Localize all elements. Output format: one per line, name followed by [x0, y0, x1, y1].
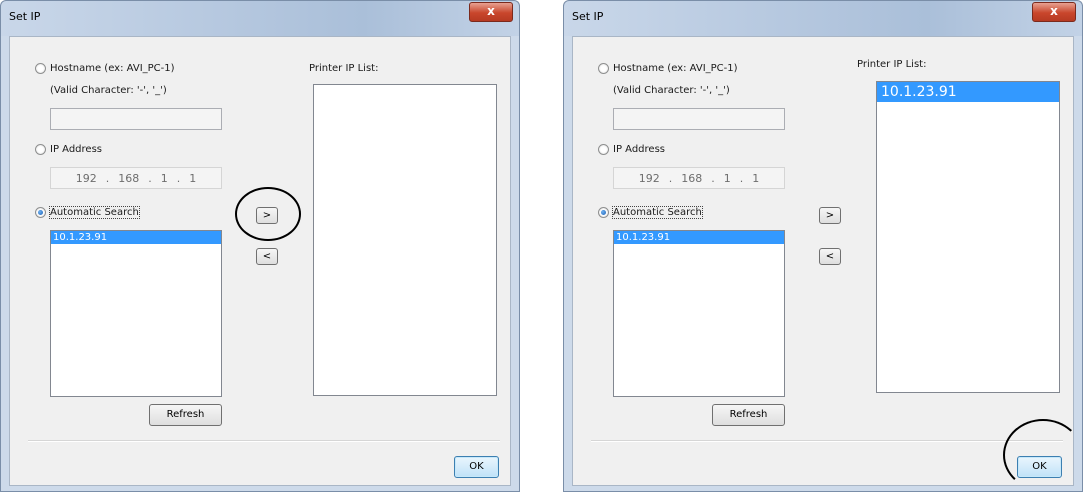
hostname-label: Hostname (ex: AVI_PC-1): [50, 63, 175, 74]
add-to-list-button[interactable]: >: [256, 207, 278, 224]
remove-from-list-button[interactable]: <: [819, 248, 841, 265]
search-result-item[interactable]: 10.1.23.91: [51, 231, 221, 244]
ip-dot: .: [105, 171, 110, 185]
printer-ip-item[interactable]: 10.1.23.91: [877, 82, 1059, 102]
printer-ip-list-label: Printer IP List:: [309, 63, 379, 74]
window-frame: Hostname (ex: AVI_PC-1) (Valid Character…: [563, 36, 1083, 492]
ip-address-radio[interactable]: [35, 144, 46, 155]
valid-characters-hint: (Valid Character: '-', '_'): [50, 85, 167, 96]
ip-octet: 192: [638, 171, 660, 185]
ip-address-radio[interactable]: [598, 144, 609, 155]
window-title: Set IP: [9, 10, 41, 23]
printer-ip-list[interactable]: [313, 84, 497, 396]
hostname-option[interactable]: Hostname (ex: AVI_PC-1): [598, 63, 738, 74]
printer-ip-list[interactable]: 10.1.23.91: [876, 81, 1060, 393]
ip-dot: .: [148, 171, 152, 185]
hostname-label: Hostname (ex: AVI_PC-1): [613, 63, 738, 74]
ip-address-label: IP Address: [613, 144, 665, 155]
refresh-button[interactable]: Refresh: [712, 404, 785, 426]
automatic-search-radio[interactable]: [598, 207, 609, 218]
ip-dot: .: [176, 171, 181, 185]
close-button[interactable]: x: [469, 2, 513, 22]
ip-octet: 1: [723, 171, 731, 185]
close-button[interactable]: x: [1032, 2, 1076, 22]
ip-octet: 1: [160, 171, 168, 185]
valid-characters-hint: (Valid Character: '-', '_'): [613, 85, 730, 96]
automatic-search-radio[interactable]: [35, 207, 46, 218]
ip-address-input[interactable]: 192 . 168 . 1 . 1: [613, 167, 785, 189]
hostname-input[interactable]: [50, 108, 222, 130]
ip-address-option[interactable]: IP Address: [598, 144, 665, 155]
ok-button[interactable]: OK: [1017, 456, 1062, 478]
printer-ip-list-label: Printer IP List:: [857, 59, 927, 70]
ok-button[interactable]: OK: [454, 456, 499, 478]
ip-octet: 168: [118, 171, 140, 185]
ip-address-label: IP Address: [50, 144, 102, 155]
hostname-radio[interactable]: [598, 63, 609, 74]
dialog-client-area: Hostname (ex: AVI_PC-1) (Valid Character…: [572, 36, 1074, 486]
ip-octet: 1: [752, 171, 760, 185]
ip-address-option[interactable]: IP Address: [35, 144, 102, 155]
dialog-client-area: Hostname (ex: AVI_PC-1) (Valid Character…: [9, 36, 511, 486]
title-bar[interactable]: Set IP x: [0, 0, 520, 36]
ip-octet: 1: [189, 171, 197, 185]
search-results-list[interactable]: 10.1.23.91: [50, 230, 222, 397]
window-frame: Hostname (ex: AVI_PC-1) (Valid Character…: [0, 36, 520, 492]
ip-octet: 192: [75, 171, 97, 185]
ip-dot: .: [668, 171, 673, 185]
ip-dot: .: [711, 171, 715, 185]
window-title: Set IP: [572, 10, 604, 23]
ip-octet: 168: [681, 171, 703, 185]
hostname-radio[interactable]: [35, 63, 46, 74]
title-bar[interactable]: Set IP x: [563, 0, 1083, 36]
automatic-search-label: Automatic Search: [612, 206, 703, 219]
set-ip-dialog-left: Set IP x Hostname (ex: AVI_PC-1) (Valid …: [0, 0, 520, 492]
add-to-list-button[interactable]: >: [819, 207, 841, 224]
hostname-input[interactable]: [613, 108, 785, 130]
refresh-button[interactable]: Refresh: [149, 404, 222, 426]
automatic-search-label: Automatic Search: [49, 206, 140, 219]
set-ip-dialog-right: Set IP x Hostname (ex: AVI_PC-1) (Valid …: [563, 0, 1083, 492]
ip-dot: .: [739, 171, 744, 185]
ip-address-input[interactable]: 192 . 168 . 1 . 1: [50, 167, 222, 189]
automatic-search-option[interactable]: Automatic Search: [35, 206, 140, 219]
automatic-search-option[interactable]: Automatic Search: [598, 206, 703, 219]
separator: [28, 440, 500, 442]
search-result-item[interactable]: 10.1.23.91: [614, 231, 784, 244]
separator: [591, 440, 1063, 442]
search-results-list[interactable]: 10.1.23.91: [613, 230, 785, 397]
hostname-option[interactable]: Hostname (ex: AVI_PC-1): [35, 63, 175, 74]
remove-from-list-button[interactable]: <: [256, 248, 278, 265]
